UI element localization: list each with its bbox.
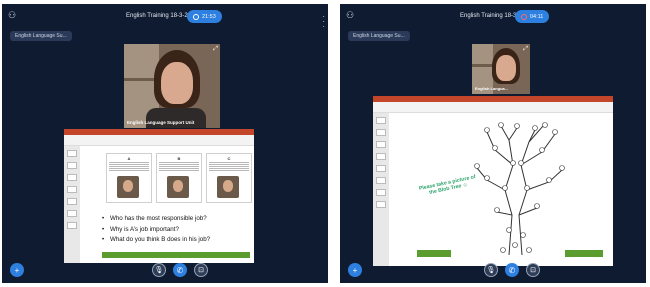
phone-icon: ✆ [508, 265, 516, 275]
slide-thumbnail[interactable] [67, 150, 77, 157]
job-card-a: A [106, 153, 152, 203]
video-caption: English Langua... [475, 86, 509, 91]
slide-footer-bar-right [565, 250, 603, 257]
slide-footer-bar-left [417, 250, 451, 257]
card-text [109, 161, 149, 171]
card-photo [167, 176, 189, 198]
shared-slide: A B C Who has the most responsible job? … [64, 129, 254, 263]
question-list: Who has the most responsible job? Why is… [102, 215, 210, 247]
shared-slide: Please take a picture of the Blob Tree ☺ [373, 96, 613, 266]
mic-button[interactable]: 🎙 [484, 263, 498, 277]
video-caption: English Language Support Unit [127, 120, 195, 125]
slide-thumbnail[interactable] [376, 189, 386, 196]
mic-icon: 🎙 [486, 267, 496, 274]
more-options-icon[interactable]: · · · [322, 13, 325, 31]
ppt-toolbar [64, 135, 254, 146]
presenter-face [161, 62, 193, 104]
camera-button[interactable]: ⊡ [526, 263, 540, 277]
record-icon [521, 13, 527, 20]
camera-icon: ⊡ [198, 267, 204, 274]
question-item: Why is A’s job important? [102, 226, 210, 233]
call-timer[interactable]: 04:11 [515, 10, 550, 23]
add-button[interactable]: + [348, 263, 362, 277]
meeting-screen-left: ⚇ English Training 18-3-2021 21:53 · · · E… [2, 4, 328, 283]
slide-thumbnail[interactable] [376, 201, 386, 208]
call-timer[interactable]: 21:53 [187, 10, 222, 23]
ppt-toolbar [373, 102, 613, 113]
slide-thumbnail[interactable] [376, 129, 386, 136]
add-icon: + [14, 265, 20, 275]
job-card-b: B [156, 153, 202, 203]
slide-canvas: Please take a picture of the Blob Tree ☺ [417, 120, 603, 260]
expand-icon[interactable]: ⤢ [213, 46, 218, 53]
slide-thumbnail[interactable] [376, 117, 386, 124]
slide-footer-bar [102, 252, 250, 258]
camera-icon: ⊡ [530, 267, 536, 274]
slide-thumbnail[interactable] [376, 141, 386, 148]
timer-value: 04:11 [530, 13, 544, 20]
presenter-body [146, 108, 206, 128]
meeting-screen-right: ⚇ English Training 18-3-2021 04:11 Engli… [340, 4, 646, 283]
participant-chip-label: English Language Su... [15, 33, 67, 39]
slide-thumbnail[interactable] [67, 222, 77, 229]
slide-thumbnails [64, 146, 80, 263]
camera-button[interactable]: ⊡ [194, 263, 208, 277]
job-card-c: C [206, 153, 252, 203]
record-icon [193, 13, 199, 20]
mic-button[interactable]: 🎙 [152, 263, 166, 277]
phone-button[interactable]: ✆ [173, 263, 187, 277]
participant-chip-label: English Language Su... [353, 33, 405, 39]
slide-thumbnail[interactable] [67, 210, 77, 217]
people-icon[interactable]: ⚇ [8, 10, 16, 21]
phone-icon: ✆ [176, 265, 184, 275]
presenter-video[interactable]: English Langua... ⤢ [472, 44, 530, 94]
presenter-face [496, 55, 516, 81]
card-photo [217, 176, 239, 198]
people-icon[interactable]: ⚇ [346, 10, 354, 21]
participant-chip[interactable]: English Language Su... [10, 31, 72, 41]
card-text [159, 161, 199, 171]
expand-icon[interactable]: ⤢ [523, 46, 528, 53]
slide-thumbnail[interactable] [67, 162, 77, 169]
add-icon: + [352, 265, 358, 275]
phone-button[interactable]: ✆ [505, 263, 519, 277]
slide-thumbnail[interactable] [67, 198, 77, 205]
slide-thumbnail[interactable] [376, 165, 386, 172]
slide-thumbnail[interactable] [376, 153, 386, 160]
slide-thumbnails [373, 113, 389, 266]
card-text [209, 161, 249, 171]
participant-chip[interactable]: English Language Su... [348, 31, 410, 41]
slide-thumbnail[interactable] [67, 174, 77, 181]
question-item: Who has the most responsible job? [102, 215, 210, 222]
timer-value: 21:53 [202, 13, 216, 20]
add-button[interactable]: + [10, 263, 24, 277]
slide-thumbnail[interactable] [376, 177, 386, 184]
presenter-video[interactable]: English Language Support Unit ⤢ [124, 44, 220, 128]
card-photo [117, 176, 139, 198]
slide-canvas: A B C Who has the most responsible job? … [84, 149, 252, 261]
mic-icon: 🎙 [154, 267, 164, 274]
slide-thumbnail[interactable] [67, 186, 77, 193]
question-item: What do you think B does in his job? [102, 236, 210, 243]
